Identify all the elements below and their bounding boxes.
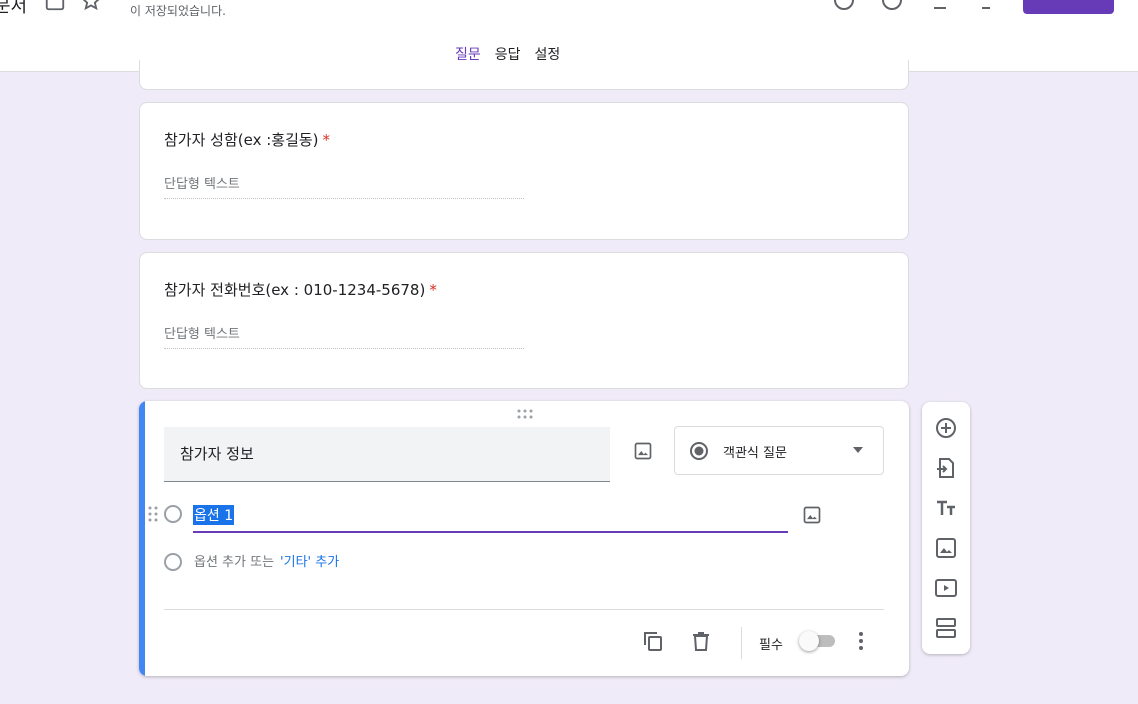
- image-icon[interactable]: [633, 441, 653, 461]
- footer-separator: [741, 627, 742, 659]
- active-question-card[interactable]: 참가자 정보 객관식 질문 옵션 1 옵션 추가 또는 '기타' 추가 필수: [139, 401, 909, 676]
- add-image-icon[interactable]: [934, 536, 958, 560]
- add-option-row: 옵션 추가 또는 '기타' 추가: [194, 551, 339, 570]
- palette-icon[interactable]: [832, 0, 856, 12]
- drag-handle-icon[interactable]: [148, 506, 158, 522]
- question-card[interactable]: 참가자 성함(ex :홍길동) * 단답형 텍스트: [139, 102, 909, 240]
- duplicate-icon[interactable]: [641, 629, 665, 653]
- floating-toolbar: [922, 402, 970, 654]
- add-title-icon[interactable]: [934, 496, 958, 520]
- question-title-input[interactable]: 참가자 정보: [164, 427, 610, 482]
- add-question-icon[interactable]: [934, 416, 958, 440]
- save-status: 이 저장되었습니다.: [130, 4, 226, 18]
- short-answer-placeholder: 단답형 텍스트: [164, 173, 524, 199]
- required-label: 필수: [759, 638, 783, 653]
- dropdown-arrow-icon: [853, 447, 863, 453]
- toggle-thumb: [799, 631, 819, 651]
- add-option-link[interactable]: 옵션 추가 또는: [194, 555, 274, 570]
- add-other-link[interactable]: '기타' 추가: [280, 555, 339, 570]
- more-vert-icon[interactable]: [849, 629, 873, 653]
- active-indicator: [139, 401, 145, 676]
- link-icon[interactable]: [976, 0, 1000, 12]
- required-toggle[interactable]: [799, 631, 835, 651]
- footer-divider: [164, 609, 884, 610]
- star-icon[interactable]: [80, 0, 102, 12]
- undo-icon[interactable]: [930, 0, 954, 12]
- image-icon[interactable]: [802, 505, 822, 525]
- option-text: 옵션 1: [193, 505, 235, 525]
- add-section-icon[interactable]: [934, 616, 958, 640]
- send-button[interactable]: [1023, 0, 1114, 14]
- question-type-label: 객관식 질문: [723, 446, 787, 461]
- option-input[interactable]: 옵션 1: [193, 501, 788, 533]
- add-video-icon[interactable]: [934, 576, 958, 600]
- import-questions-icon[interactable]: [934, 456, 958, 480]
- required-asterisk: *: [429, 281, 437, 299]
- delete-icon[interactable]: [689, 629, 713, 653]
- preview-icon[interactable]: [880, 0, 904, 12]
- option-radio: [164, 505, 182, 523]
- question-title-text: 참가자 성함(ex :홍길동): [164, 131, 319, 149]
- radio-button-icon: [690, 442, 708, 460]
- document-title[interactable]: 문서: [0, 0, 27, 18]
- question-title-text: 참가자 전화번호(ex : 010-1234-5678): [164, 281, 426, 299]
- question-type-select[interactable]: 객관식 질문: [674, 426, 884, 475]
- question-card[interactable]: 참가자 전화번호(ex : 010-1234-5678) * 단답형 텍스트: [139, 252, 909, 389]
- required-asterisk: *: [322, 131, 331, 149]
- short-answer-placeholder: 단답형 텍스트: [164, 323, 524, 349]
- question-title: 참가자 전화번호(ex : 010-1234-5678) *: [164, 279, 437, 300]
- option-radio: [164, 553, 182, 571]
- folder-icon[interactable]: [44, 0, 66, 12]
- previous-question-card[interactable]: [139, 60, 909, 90]
- drag-handle-icon[interactable]: [517, 409, 533, 419]
- question-title: 참가자 성함(ex :홍길동) *: [164, 129, 330, 150]
